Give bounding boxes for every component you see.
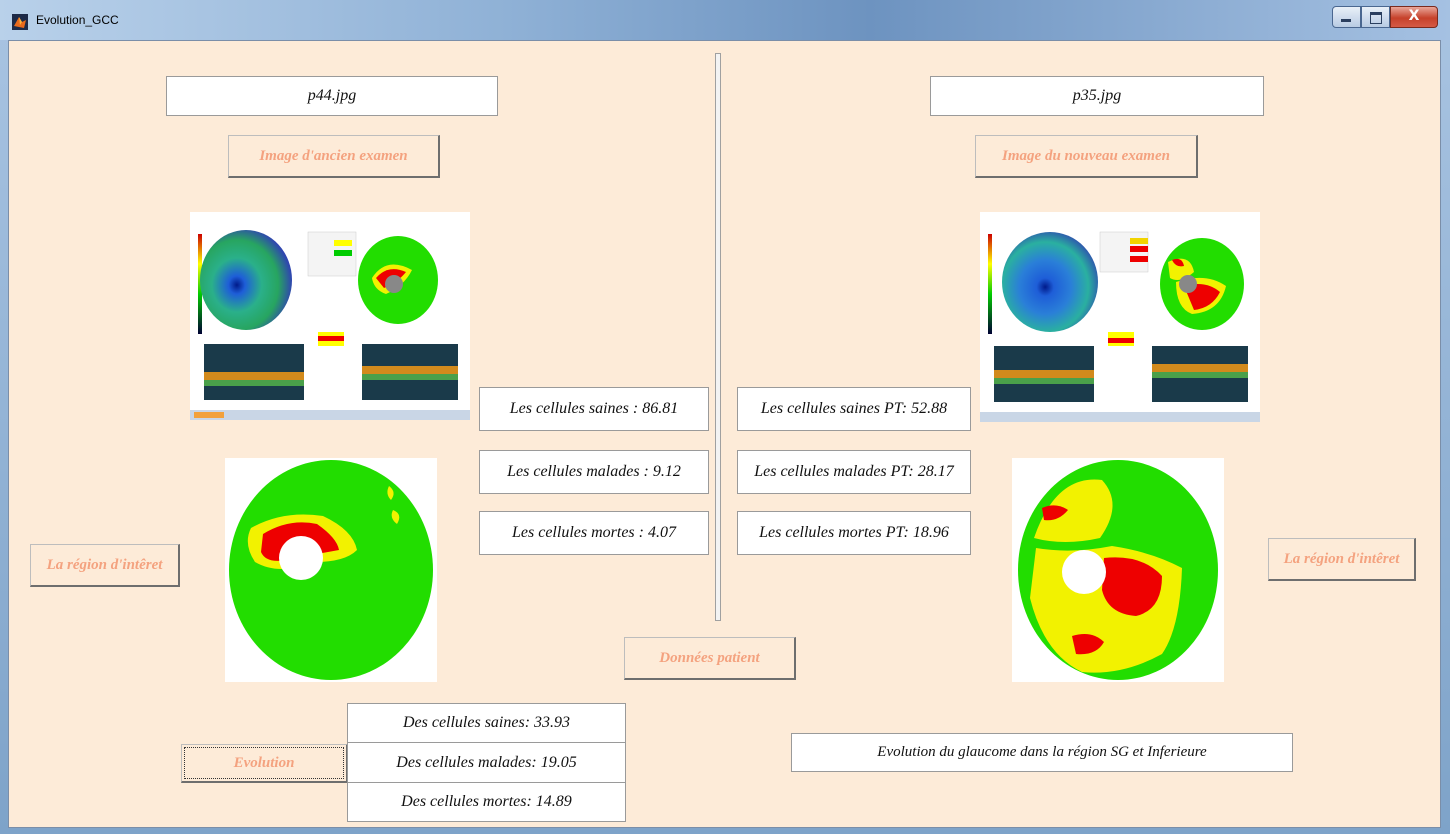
new-exam-button[interactable]: Image du nouveau examen [975,135,1198,178]
old-roi-button[interactable]: La région d'intêret [30,544,180,587]
matlab-icon [12,14,28,30]
old-exam-label: Image d'ancien examen [259,147,408,164]
new-roi-image [1012,458,1224,682]
patient-data-label: Données patient [659,649,760,666]
old-exam-image [190,212,470,420]
evolution-healthy-field: Des cellules saines: 33.93 [347,703,626,743]
maximize-icon [1370,12,1382,24]
app-window: Evolution_GCC X p44.jpg Image d'ancien e… [0,0,1450,834]
old-roi-label: La région d'intêret [46,556,163,573]
old-filename-text: p44.jpg [307,87,357,104]
maximize-button[interactable] [1361,6,1390,28]
old-exam-button[interactable]: Image d'ancien examen [228,135,440,178]
new-exam-label: Image du nouveau examen [1002,147,1170,164]
new-sick-field: Les cellules malades PT: 28.17 [737,450,971,494]
old-dead-text: Les cellules mortes : 4.07 [512,524,676,541]
old-sick-text: Les cellules malades : 9.12 [507,463,681,480]
old-dead-field: Les cellules mortes : 4.07 [479,511,709,555]
new-roi-label: La région d'intêret [1283,550,1400,567]
evolution-button[interactable]: Evolution [181,744,348,783]
old-healthy-field: Les cellules saines : 86.81 [479,387,709,431]
new-roi-button[interactable]: La région d'intêret [1268,538,1416,581]
close-button[interactable]: X [1390,6,1438,28]
evolution-sick-field: Des cellules malades: 19.05 [347,742,626,783]
new-filename-text: p35.jpg [1072,87,1122,104]
new-healthy-field: Les cellules saines PT: 52.88 [737,387,971,431]
new-sick-text: Les cellules malades PT: 28.17 [754,463,954,480]
minimize-icon [1341,19,1351,22]
window-title: Evolution_GCC [36,13,119,27]
new-exam-image [980,212,1260,422]
new-dead-text: Les cellules mortes PT: 18.96 [759,524,949,541]
old-roi-image [225,458,437,682]
evolution-dead-text: Des cellules mortes: 14.89 [401,793,572,810]
old-filename-field: p44.jpg [166,76,498,116]
center-divider [715,53,721,621]
patient-data-button[interactable]: Données patient [624,637,796,680]
evolution-label: Evolution [233,754,295,771]
evolution-summary-field: Evolution du glaucome dans la région SG … [791,733,1293,772]
new-healthy-text: Les cellules saines PT: 52.88 [760,400,948,417]
new-filename-field: p35.jpg [930,76,1264,116]
old-healthy-text: Les cellules saines : 86.81 [509,400,679,417]
evolution-healthy-text: Des cellules saines: 33.93 [402,714,571,731]
evolution-sick-text: Des cellules malades: 19.05 [396,753,577,771]
new-dead-field: Les cellules mortes PT: 18.96 [737,511,971,555]
old-sick-field: Les cellules malades : 9.12 [479,450,709,494]
minimize-button[interactable] [1332,6,1361,28]
evolution-dead-field: Des cellules mortes: 14.89 [347,782,626,822]
figure-panel [8,40,1441,828]
window-controls: X [1332,6,1438,28]
title-bar[interactable]: Evolution_GCC X [0,0,1450,40]
evolution-summary-text: Evolution du glaucome dans la région SG … [877,744,1207,760]
close-icon: X [1408,8,1420,24]
